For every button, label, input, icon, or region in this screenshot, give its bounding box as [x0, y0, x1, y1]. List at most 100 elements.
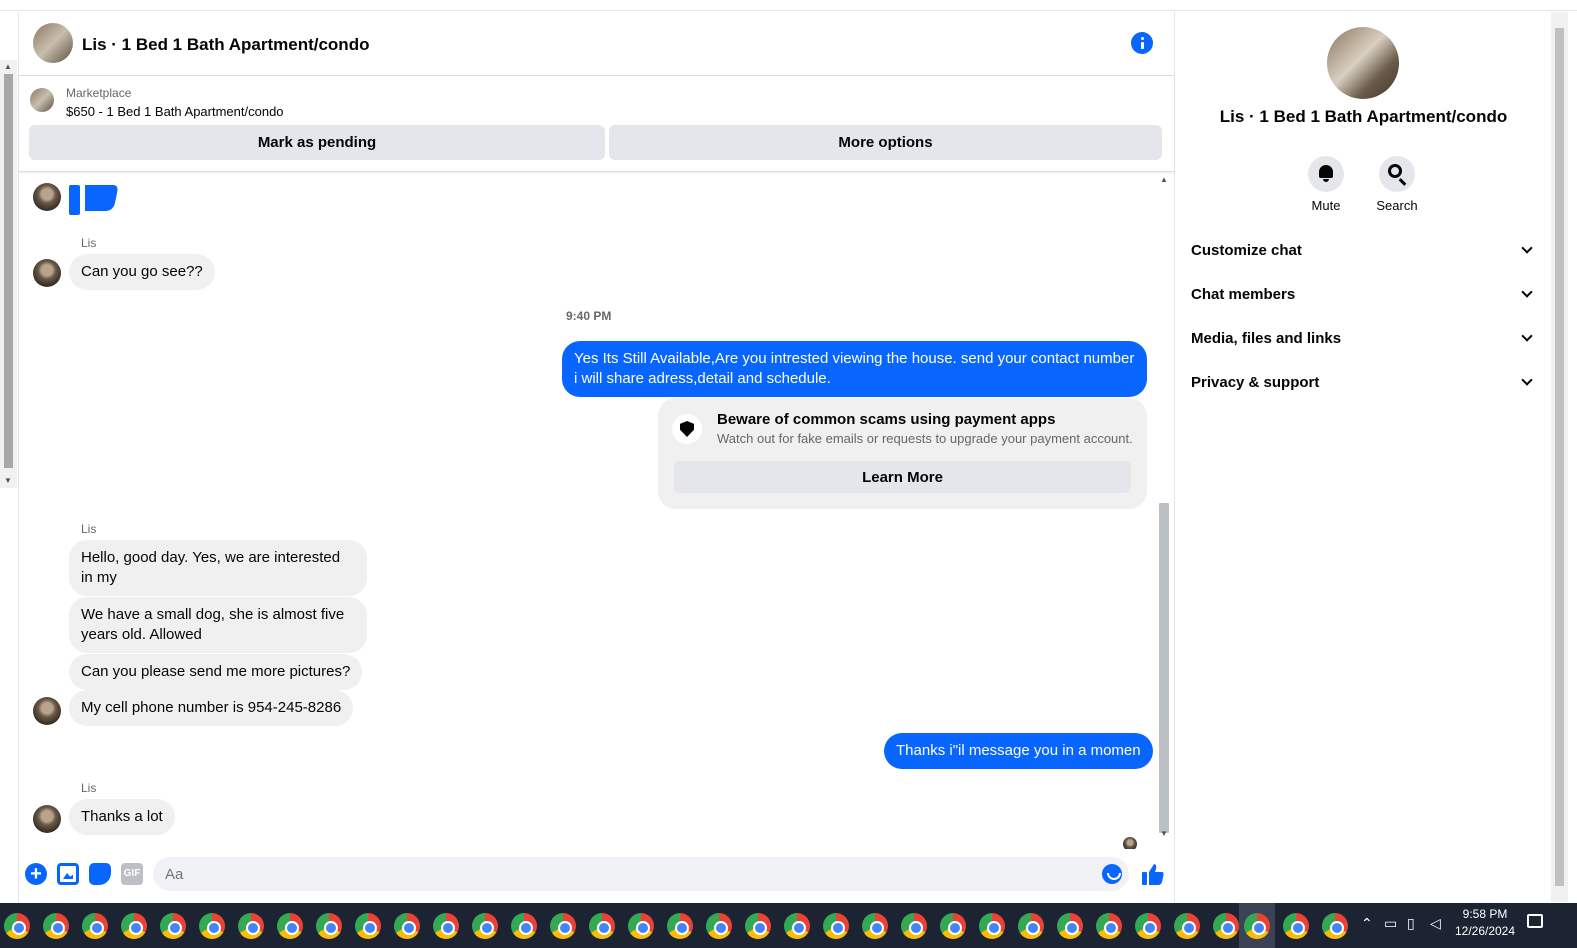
chat-scrollbar[interactable]: ▲ ▼ — [1156, 173, 1172, 855]
section-label: Chat members — [1191, 285, 1296, 303]
notification-icon[interactable] — [1527, 914, 1543, 928]
mute-button[interactable]: Mute — [1296, 156, 1356, 213]
message-bubble-incoming[interactable]: Hello, good day. Yes, we are interested … — [69, 540, 367, 596]
conversation-avatar[interactable] — [33, 23, 73, 63]
info-icon[interactable] — [1131, 32, 1153, 54]
mark-as-pending-button[interactable]: Mark as pending — [29, 125, 605, 160]
message-bubble-incoming[interactable]: We have a small dog, she is almost five … — [69, 597, 367, 653]
sender-avatar[interactable] — [33, 805, 61, 833]
chrome-icon[interactable] — [550, 913, 576, 939]
scroll-down-arrow-icon[interactable]: ▼ — [1160, 829, 1168, 838]
chrome-icon[interactable] — [1018, 913, 1044, 939]
taskbar-clock[interactable]: 9:58 PM 12/26/2024 — [1450, 906, 1520, 940]
page-scrollbar-left[interactable]: ▲ ▼ — [0, 60, 17, 488]
chrome-icon[interactable] — [1174, 913, 1200, 939]
sticker-icon[interactable] — [89, 863, 111, 885]
chrome-icon[interactable] — [511, 913, 537, 939]
chrome-icon[interactable] — [121, 913, 147, 939]
chrome-icon[interactable] — [1096, 913, 1122, 939]
chrome-icon[interactable] — [4, 913, 30, 939]
chrome-icon[interactable] — [394, 913, 420, 939]
chrome-icon[interactable] — [277, 913, 303, 939]
section-label: Customize chat — [1191, 241, 1302, 259]
chrome-icon[interactable] — [589, 913, 615, 939]
chrome-icon[interactable] — [1283, 913, 1309, 939]
section-media-files-links[interactable]: Media, files and links — [1183, 316, 1543, 360]
chrome-icon[interactable] — [901, 913, 927, 939]
chrome-icon[interactable] — [1244, 913, 1270, 939]
section-customize-chat[interactable]: Customize chat — [1183, 228, 1543, 272]
message-bubble-outgoing[interactable]: Yes Its Still Available,Are you intreste… — [562, 341, 1147, 397]
browser-top-strip — [0, 0, 1577, 11]
chrome-icon[interactable] — [1322, 913, 1348, 939]
thumbs-up-sticker-icon — [69, 185, 118, 215]
chat-scrollbar-thumb[interactable] — [1159, 503, 1169, 833]
photo-icon[interactable] — [57, 863, 79, 885]
chrome-icon[interactable] — [199, 913, 225, 939]
chrome-icon[interactable] — [940, 913, 966, 939]
chrome-icon[interactable] — [706, 913, 732, 939]
sender-avatar[interactable] — [33, 697, 61, 725]
chrome-icon[interactable] — [355, 913, 381, 939]
message-bubble-incoming[interactable]: Can you please send me more pictures? — [69, 654, 363, 690]
chrome-icon[interactable] — [316, 913, 342, 939]
plus-icon[interactable]: + — [25, 863, 47, 885]
chrome-icon[interactable] — [823, 913, 849, 939]
chrome-icon[interactable] — [784, 913, 810, 939]
chrome-icon[interactable] — [628, 913, 654, 939]
sender-name: Lis — [81, 781, 97, 795]
message-bubble-incoming[interactable]: Can you go see?? — [69, 254, 215, 290]
sender-avatar[interactable] — [33, 183, 61, 211]
chevron-down-icon — [1521, 330, 1533, 342]
chrome-icon[interactable] — [82, 913, 108, 939]
chrome-icon[interactable] — [1057, 913, 1083, 939]
clock-date: 12/26/2024 — [1454, 924, 1516, 938]
scrollbar-thumb[interactable] — [1555, 28, 1564, 886]
page-scrollbar-right[interactable] — [1551, 12, 1568, 902]
chrome-icon[interactable] — [862, 913, 888, 939]
message-bubble-outgoing[interactable]: Thanks i"il message you in a momen — [884, 733, 1153, 769]
learn-more-button[interactable]: Learn More — [674, 461, 1131, 493]
scroll-up-arrow-icon[interactable]: ▲ — [1160, 175, 1168, 184]
mute-label: Mute — [1311, 198, 1341, 213]
message-bubble-incoming[interactable]: Thanks a lot — [69, 799, 175, 835]
conversation-title[interactable]: Lis · 1 Bed 1 Bath Apartment/condo — [82, 35, 369, 55]
search-button[interactable]: Search — [1367, 156, 1427, 213]
scroll-up-arrow-icon[interactable]: ▲ — [4, 62, 12, 71]
emoji-icon[interactable] — [1102, 864, 1122, 884]
warning-subtitle: Watch out for fake emails or requests to… — [717, 431, 1133, 446]
chrome-icon[interactable] — [160, 913, 186, 939]
chrome-icon[interactable] — [979, 913, 1005, 939]
message-bubble-incoming[interactable]: My cell phone number is 954-245-8286 — [69, 690, 354, 726]
gif-icon[interactable]: GIF — [121, 863, 143, 885]
listing-price-title[interactable]: $650 - 1 Bed 1 Bath Apartment/condo — [66, 104, 284, 119]
scrollbar-thumb[interactable] — [4, 74, 13, 468]
tray-overflow-chevron-icon[interactable]: ⌃ — [1361, 915, 1373, 932]
message-composer: + GIF — [19, 852, 1174, 902]
listing-thumbnail[interactable] — [30, 88, 54, 112]
chrome-icon[interactable] — [1135, 913, 1161, 939]
chrome-icon[interactable] — [43, 913, 69, 939]
listing-source: Marketplace — [66, 86, 132, 100]
chrome-icon[interactable] — [472, 913, 498, 939]
network-icon[interactable]: ▯ — [1407, 915, 1415, 932]
sender-avatar[interactable] — [33, 259, 61, 287]
chevron-down-icon — [1521, 242, 1533, 254]
conversation-details-panel: Lis · 1 Bed 1 Bath Apartment/condo Mute … — [1174, 12, 1551, 902]
chrome-icon[interactable] — [1213, 913, 1239, 939]
message-input[interactable] — [153, 857, 1129, 891]
scroll-down-arrow-icon[interactable]: ▼ — [4, 476, 12, 485]
chrome-icon[interactable] — [433, 913, 459, 939]
section-privacy-support[interactable]: Privacy & support — [1183, 360, 1543, 404]
section-chat-members[interactable]: Chat members — [1183, 272, 1543, 316]
message-list[interactable]: Lis Can you go see?? 9:40 PM Yes Its Sti… — [19, 173, 1156, 849]
more-options-button[interactable]: More options — [609, 125, 1162, 160]
volume-icon[interactable]: ◁ — [1430, 915, 1441, 932]
thumbs-up-icon[interactable] — [1141, 862, 1165, 886]
profile-avatar[interactable] — [1327, 27, 1399, 99]
meet-now-icon[interactable]: ▭ — [1384, 915, 1397, 932]
chrome-icon[interactable] — [745, 913, 771, 939]
sender-name: Lis — [81, 522, 97, 536]
chrome-icon[interactable] — [238, 913, 264, 939]
chrome-icon[interactable] — [667, 913, 693, 939]
